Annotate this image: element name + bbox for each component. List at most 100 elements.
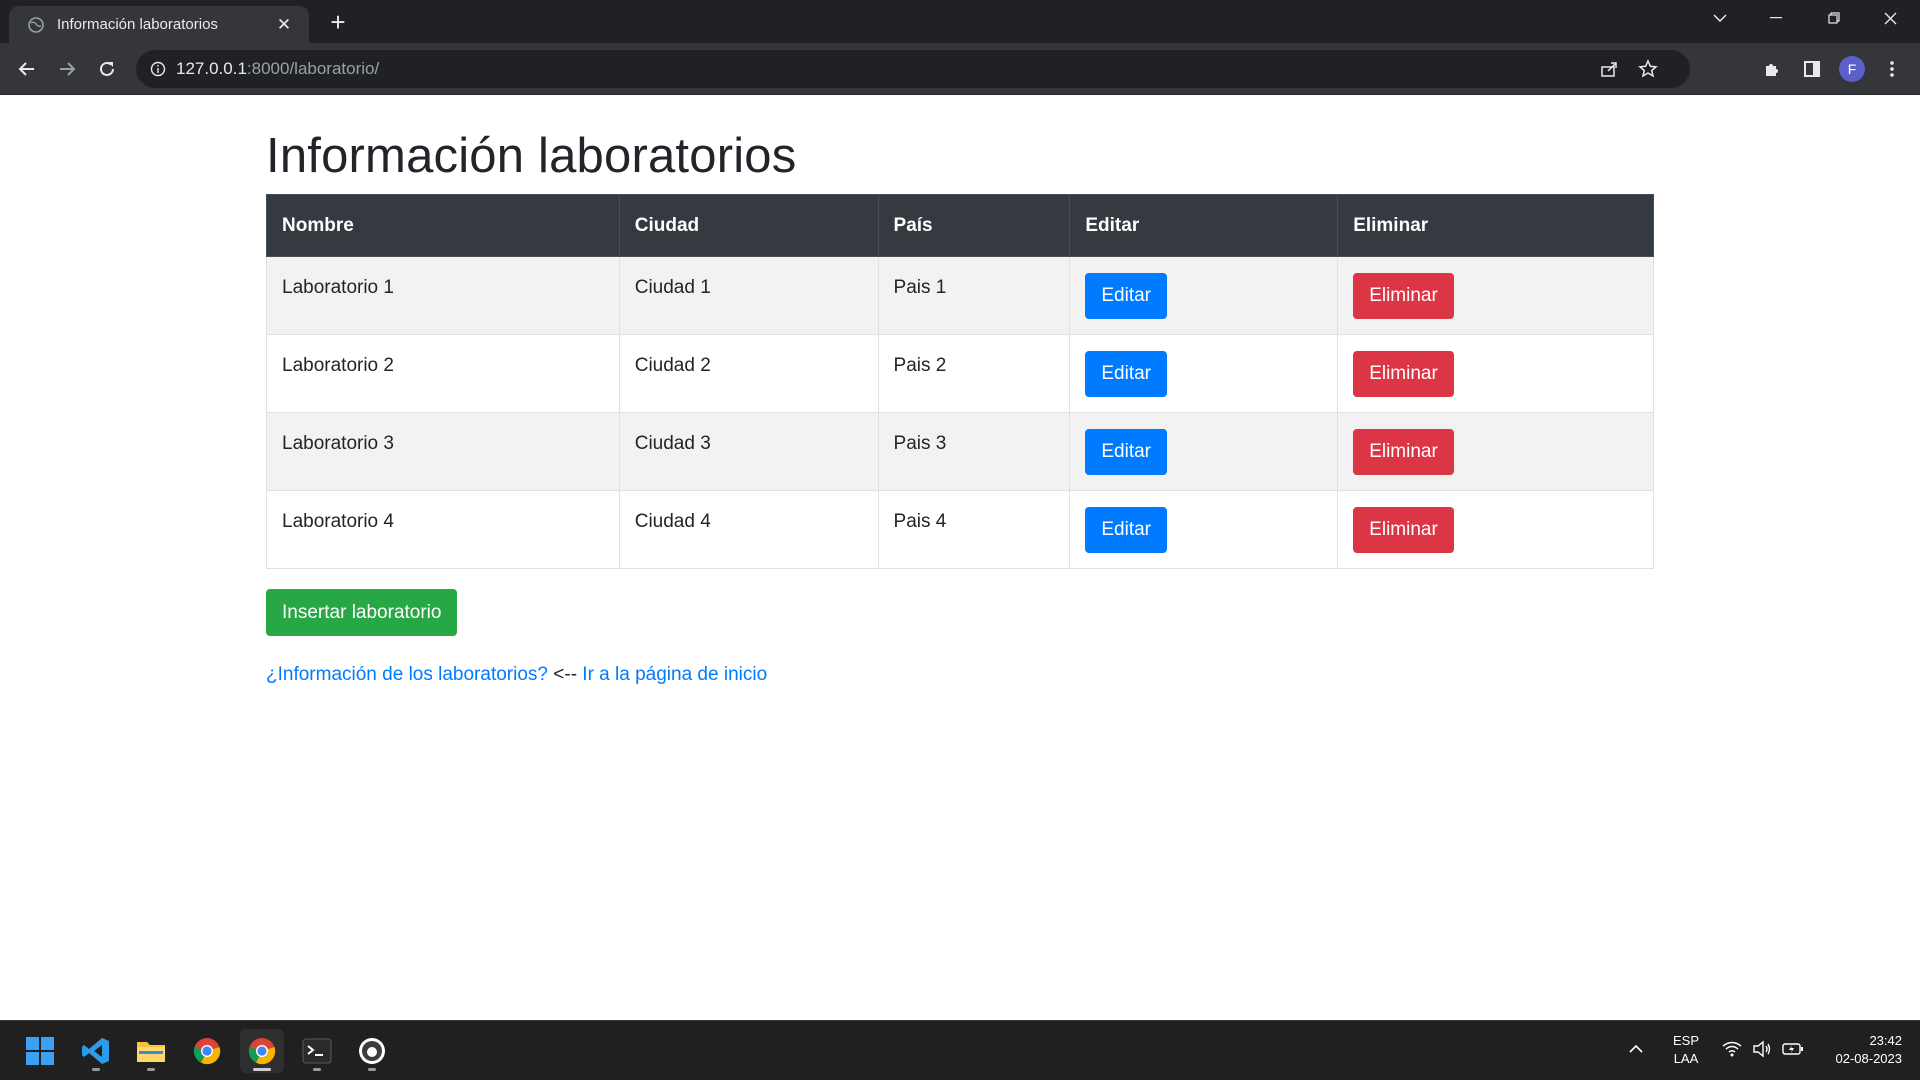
ciudad-text: Ciudad 4: [634, 510, 711, 532]
cell-pais: Pais 1: [877, 256, 1071, 335]
cell-eliminar: Eliminar: [1337, 256, 1654, 335]
keyboard-layout: LAA: [1673, 1051, 1699, 1066]
close-window-button[interactable]: [1862, 0, 1918, 36]
clock[interactable]: 23:42 02-08-2023: [1818, 1032, 1903, 1068]
new-tab-button[interactable]: +: [324, 9, 352, 37]
edit-button[interactable]: Editar: [1085, 428, 1168, 475]
header-eliminar: Eliminar: [1337, 194, 1654, 257]
github-desktop-icon[interactable]: [350, 1029, 394, 1073]
nombre-text: Laboratorio 2: [282, 354, 394, 376]
wifi-icon[interactable]: [1722, 1041, 1742, 1062]
file-explorer-icon[interactable]: [129, 1029, 173, 1073]
windows-start-icon[interactable]: [18, 1029, 62, 1073]
profile-avatar[interactable]: F: [1836, 53, 1868, 85]
language-indicator[interactable]: ESP LAA: [1664, 1032, 1708, 1068]
table-row: Laboratorio 3 Ciudad 3 Pais 3 Editar Eli…: [266, 412, 1654, 491]
cell-pais: Pais 2: [877, 334, 1071, 413]
clock-date: 02-08-2023: [1835, 1051, 1903, 1066]
browser-toolbar: 127.0.0.1:8000/laboratorio/ F: [0, 43, 1920, 95]
address-bar[interactable]: 127.0.0.1:8000/laboratorio/: [136, 50, 1690, 88]
table-header-row: Nombre Ciudad País Editar Eliminar: [266, 194, 1654, 257]
edit-button[interactable]: Editar: [1085, 272, 1168, 319]
kebab-menu-icon[interactable]: [1876, 53, 1908, 85]
tab-title: Información laboratorios: [57, 16, 218, 33]
pais-text: Pais 1: [893, 276, 947, 298]
ciudad-text: Ciudad 1: [634, 276, 711, 298]
nombre-text: Laboratorio 4: [282, 510, 394, 532]
running-indicator: [147, 1068, 155, 1071]
terminal-icon[interactable]: [295, 1029, 339, 1073]
cell-ciudad: Ciudad 3: [618, 412, 879, 491]
home-page-link[interactable]: Ir a la página de inicio: [582, 664, 767, 685]
link-separator: <--: [553, 664, 578, 685]
browser-tabstrip: Información laboratorios ✕ +: [0, 0, 1920, 43]
cell-editar: Editar: [1069, 490, 1339, 569]
show-hidden-icons-chevron[interactable]: [1628, 1041, 1644, 1059]
laboratorios-table: Nombre Ciudad País Editar Eliminar Labor…: [266, 194, 1654, 569]
chrome-icon[interactable]: [185, 1029, 229, 1073]
footer-links: ¿Información de los laboratorios? <-- Ir…: [266, 664, 1654, 686]
running-indicator: [92, 1068, 100, 1071]
cell-nombre: Laboratorio 3: [266, 412, 620, 491]
edit-button[interactable]: Editar: [1085, 350, 1168, 397]
back-arrow-icon[interactable]: [11, 53, 43, 85]
side-panel-icon[interactable]: [1796, 53, 1828, 85]
table-row: Laboratorio 4 Ciudad 4 Pais 4 Editar Eli…: [266, 490, 1654, 569]
delete-button[interactable]: Eliminar: [1353, 428, 1454, 475]
edit-button[interactable]: Editar: [1085, 506, 1168, 553]
cell-nombre: Laboratorio 1: [266, 256, 620, 335]
chrome-active-icon[interactable]: [240, 1029, 284, 1073]
nombre-text: Laboratorio 1: [282, 276, 394, 298]
pais-text: Pais 2: [893, 354, 947, 376]
cell-pais: Pais 3: [877, 412, 1071, 491]
taskbar: ESP LAA 23:42 02-08-2023: [0, 1020, 1920, 1080]
cell-editar: Editar: [1069, 256, 1339, 335]
pais-text: Pais 3: [893, 432, 947, 454]
running-indicator: [368, 1068, 376, 1071]
delete-button[interactable]: Eliminar: [1353, 350, 1454, 397]
url-host: 127.0.0.1: [176, 59, 247, 78]
insert-laboratorio-button[interactable]: Insertar laboratorio: [266, 589, 458, 636]
cell-nombre: Laboratorio 2: [266, 334, 620, 413]
nombre-text: Laboratorio 3: [282, 432, 394, 454]
close-tab-icon[interactable]: ✕: [273, 14, 295, 36]
running-indicator: [253, 1068, 271, 1071]
extensions-puzzle-icon[interactable]: [1756, 53, 1788, 85]
avatar: F: [1839, 56, 1865, 82]
delete-button[interactable]: Eliminar: [1353, 272, 1454, 319]
running-indicator: [313, 1068, 321, 1071]
volume-icon[interactable]: [1752, 1040, 1772, 1063]
bookmark-star-icon[interactable]: [1638, 59, 1658, 84]
info-laboratorios-link[interactable]: ¿Información de los laboratorios?: [266, 664, 548, 685]
battery-icon[interactable]: [1782, 1041, 1804, 1062]
delete-button[interactable]: Eliminar: [1353, 506, 1454, 553]
page-title: Información laboratorios: [266, 129, 797, 183]
ciudad-text: Ciudad 2: [634, 354, 711, 376]
reload-icon[interactable]: [91, 53, 123, 85]
header-ciudad: Ciudad: [618, 194, 879, 257]
vscode-icon[interactable]: [74, 1029, 118, 1073]
language-code: ESP: [1672, 1033, 1699, 1048]
forward-arrow-icon[interactable]: [51, 53, 83, 85]
table-row: Laboratorio 2 Ciudad 2 Pais 2 Editar Eli…: [266, 334, 1654, 413]
restore-button[interactable]: [1806, 0, 1862, 36]
tab-search-button[interactable]: [1692, 0, 1748, 36]
cell-editar: Editar: [1069, 412, 1339, 491]
site-info-icon[interactable]: [150, 61, 166, 77]
cell-pais: Pais 4: [877, 490, 1071, 569]
browser-tab-active[interactable]: Información laboratorios ✕: [9, 6, 309, 43]
minimize-button[interactable]: [1748, 0, 1804, 36]
cell-eliminar: Eliminar: [1337, 490, 1654, 569]
cell-ciudad: Ciudad 1: [618, 256, 879, 335]
share-icon[interactable]: [1600, 60, 1618, 83]
content-container: Información laboratorios Nombre Ciudad P…: [266, 96, 1654, 686]
pais-text: Pais 4: [893, 510, 947, 532]
clock-time: 23:42: [1869, 1033, 1902, 1048]
cell-editar: Editar: [1069, 334, 1339, 413]
insert-wrapper: Insertar laboratorio: [266, 589, 1654, 636]
cell-eliminar: Eliminar: [1337, 412, 1654, 491]
ciudad-text: Ciudad 3: [634, 432, 711, 454]
header-pais: País: [877, 194, 1071, 257]
cell-ciudad: Ciudad 2: [618, 334, 879, 413]
cell-ciudad: Ciudad 4: [618, 490, 879, 569]
